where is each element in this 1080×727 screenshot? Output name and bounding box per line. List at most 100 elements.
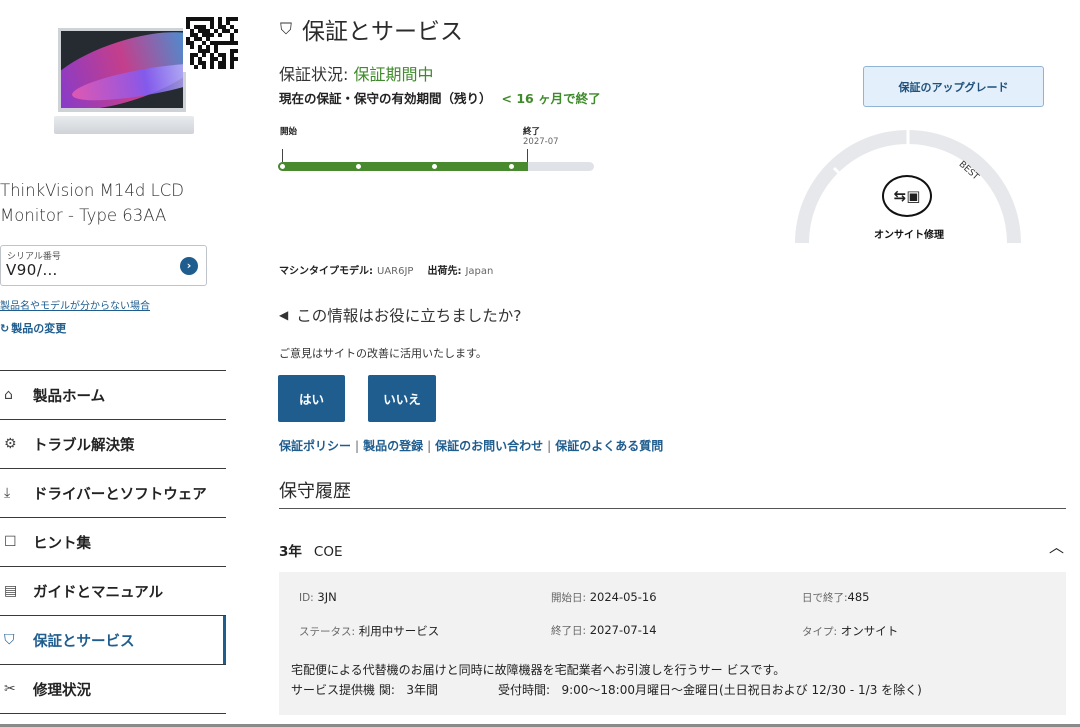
product-image	[48, 14, 243, 136]
service-level-gauge: ⇆▣ オンサイト修理 BEST	[794, 128, 1022, 248]
plan-period-value: 3年間	[406, 683, 438, 697]
plan-hours-label: 受付時間:	[497, 683, 550, 697]
timeline-end-label: 終了	[523, 127, 541, 137]
monitor-base	[54, 116, 194, 134]
side-nav: ⌂ 製品ホーム ⚙ トラブル解決策 ⤓ ドライバーとソフトウェア ☐ ヒント集 …	[0, 370, 226, 714]
link-separator: |	[355, 439, 360, 453]
sidebar-item-drivers[interactable]: ⤓ ドライバーとソフトウェア	[0, 469, 226, 518]
plan-period-label: サービス提供機 関:	[291, 683, 395, 697]
timeline-end-date: 2027-07	[523, 137, 559, 147]
plan-id: ID: 3JN	[299, 590, 337, 604]
shield-check-icon: ⛉	[280, 19, 293, 38]
plan-hours-value: 9:00～18:00月曜日～金曜日(土日祝日および 12/30 - 1/3 を除…	[561, 683, 922, 697]
link-warranty-faq[interactable]: 保証のよくある質問	[555, 439, 663, 453]
plan-status-value: 利用中サービス	[358, 624, 440, 638]
plan-days-remaining: 日で終了:485	[802, 590, 870, 605]
plan-id-value: 3JN	[317, 590, 337, 604]
tools-icon: ✂	[4, 681, 16, 697]
book-icon: ☐	[4, 534, 17, 550]
chevron-up-icon[interactable]: ︿	[1049, 536, 1064, 557]
timeline-fill	[278, 162, 528, 171]
timeline-start-label: 開始	[280, 127, 298, 137]
timeline-dot	[431, 163, 438, 170]
sidebar-item-label: ヒント集	[33, 535, 91, 552]
warranty-upgrade-button[interactable]: 保証のアップグレード	[863, 66, 1044, 107]
warranty-remaining-value: < 16 ヶ月で終了	[501, 91, 601, 106]
page-title: ⛉ 保証とサービス	[280, 12, 463, 46]
plan-header[interactable]: 3年 COE	[279, 540, 343, 560]
warranty-links: 保証ポリシー | 製品の登録 | 保証のお問い合わせ | 保証のよくある質問	[279, 437, 663, 454]
plan-id-label: ID:	[299, 592, 314, 604]
serial-value[interactable]: V90/…	[6, 261, 58, 279]
arrow-right-icon[interactable]: ›	[180, 257, 198, 275]
megaphone-icon: ◀	[279, 308, 289, 322]
timeline-dot	[355, 163, 362, 170]
plan-start-date: 開始日: 2024-05-16	[551, 590, 657, 605]
download-icon: ⤓	[4, 485, 11, 501]
ship-to-value: Japan	[465, 266, 494, 277]
change-product-label: 製品の変更	[11, 322, 67, 335]
onsite-repair-truck-icon: ⇆▣	[882, 175, 932, 217]
wrench-cog-icon: ⚙	[4, 436, 17, 452]
sidebar-item-label: トラブル解決策	[33, 437, 135, 454]
ship-to-label: 出荷先:	[427, 266, 462, 277]
change-product-link[interactable]: ↻ 製品の変更	[0, 320, 66, 336]
timeline-dot	[279, 163, 286, 170]
plan-status-label: ステータス:	[299, 626, 356, 638]
timeline-dot	[508, 163, 515, 170]
sidebar-item-label: ガイドとマニュアル	[33, 584, 164, 601]
divider	[279, 508, 1066, 509]
page-title-text: 保証とサービス	[302, 19, 464, 45]
machine-type-value: UAR6JP	[377, 266, 414, 277]
sidebar-item-product-home[interactable]: ⌂ 製品ホーム	[0, 371, 226, 420]
plan-type-label: タイプ:	[802, 626, 838, 638]
link-warranty-contact[interactable]: 保証のお問い合わせ	[435, 439, 543, 453]
link-product-registration[interactable]: 製品の登録	[363, 439, 423, 453]
qr-code	[183, 14, 241, 72]
plan-end-label: 終了日:	[551, 625, 587, 637]
serial-number-field[interactable]: シリアル番号 V90/… ›	[0, 245, 207, 286]
product-name-line1: ThinkVision M14d LCD	[0, 181, 184, 200]
sidebar-item-repair-status[interactable]: ✂ 修理状況	[0, 665, 226, 714]
feedback-subtitle: ご意見はサイトの改善に活用いたします。	[279, 347, 487, 360]
product-name-line2: Monitor - Type 63AA	[0, 206, 167, 225]
plan-type: タイプ: オンサイト	[802, 623, 898, 639]
sidebar-item-tips[interactable]: ☐ ヒント集	[0, 518, 226, 567]
feedback-title-text: この情報はお役に立ちましたか?	[296, 307, 522, 325]
machine-info: マシンタイプモデル: UAR6JP 出荷先: Japan	[279, 262, 507, 277]
monitor-photo	[58, 28, 186, 112]
sidebar-item-troubleshoot[interactable]: ⚙ トラブル解決策	[0, 420, 226, 469]
plan-detail-panel: ID: 3JN 開始日: 2024-05-16 日で終了:485 ステータス: …	[279, 572, 1066, 715]
warranty-status-value: 保証期間中	[353, 65, 434, 84]
plan-start-label: 開始日:	[551, 592, 587, 604]
warranty-status: 保証状況: 保証期間中	[279, 61, 434, 85]
plan-status: ステータス: 利用中サービス	[299, 623, 439, 639]
sidebar-item-label: ドライバーとソフトウェア	[33, 486, 207, 503]
warranty-remaining-label: 現在の保証・保守の有効期間（残り）	[279, 91, 492, 106]
feedback-no-button[interactable]: いいえ	[368, 375, 436, 422]
plan-end-date: 終了日: 2027-07-14	[551, 623, 657, 638]
plan-description: 宅配便による代替機のお届けと同時に故障機器を宅配業者へお引渡しを行うサー ビスで…	[291, 663, 786, 677]
plan-days-value: 485	[847, 590, 870, 604]
warranty-remaining: 現在の保証・保守の有効期間（残り） < 16 ヶ月で終了	[279, 88, 601, 107]
sidebar-item-label: 保証とサービス	[33, 633, 135, 650]
machine-type-label: マシンタイプモデル:	[279, 266, 373, 277]
plan-end-value: 2027-07-14	[589, 623, 657, 637]
plan-years: 3年	[279, 544, 302, 560]
shield-icon: ⛉	[4, 632, 15, 648]
link-warranty-policy[interactable]: 保証ポリシー	[279, 439, 351, 453]
product-help-link[interactable]: 製品名やモデルが分からない場合	[0, 297, 150, 312]
plan-days-label: 日で終了:	[802, 592, 848, 604]
product-name: ThinkVision M14d LCD Monitor - Type 63AA	[0, 178, 230, 228]
sidebar-item-guides[interactable]: ▤ ガイドとマニュアル	[0, 567, 226, 616]
sidebar-item-label: 製品ホーム	[33, 388, 106, 405]
warranty-timeline: 開始 終了 2027-07	[278, 122, 598, 177]
refresh-icon: ↻	[0, 322, 10, 335]
feedback-title: ◀ この情報はお役に立ちましたか?	[279, 304, 521, 326]
feedback-yes-button[interactable]: はい	[278, 375, 345, 422]
sidebar-item-warranty[interactable]: ⛉ 保証とサービス	[0, 616, 226, 665]
link-separator: |	[427, 439, 432, 453]
plan-name: COE	[313, 544, 343, 560]
home-icon: ⌂	[4, 387, 13, 403]
sidebar-item-label: 修理状況	[33, 682, 91, 699]
